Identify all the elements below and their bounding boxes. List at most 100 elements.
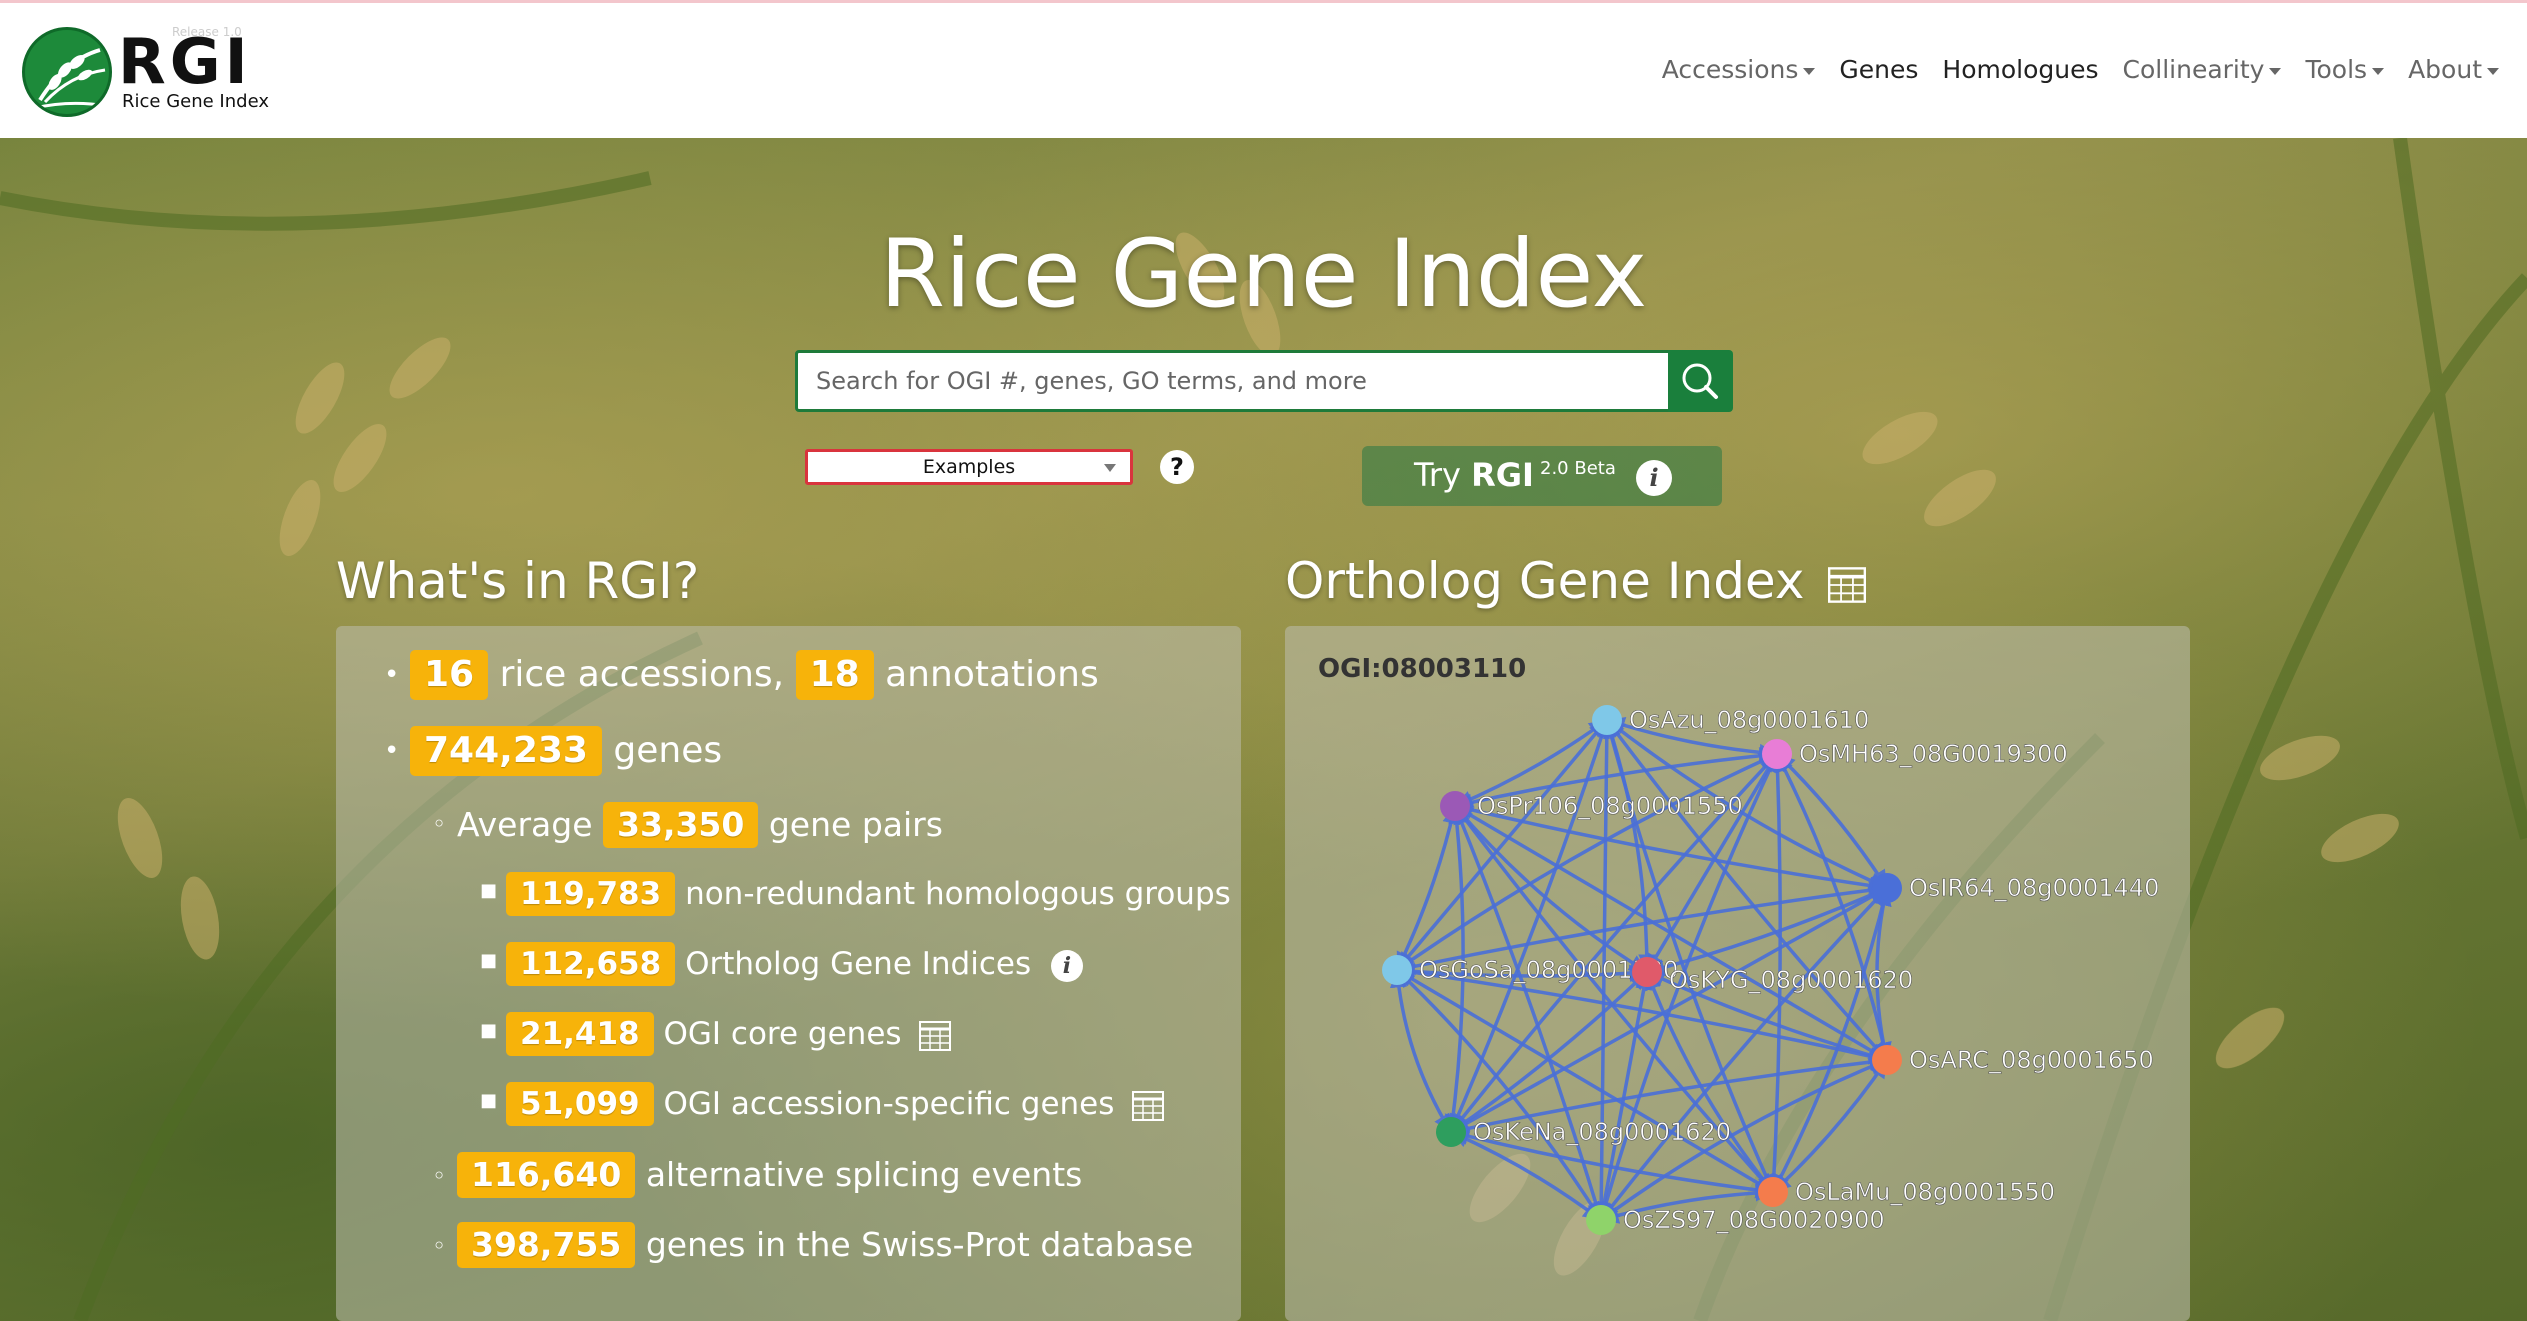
ogi-title: Ortholog Gene Index: [1285, 552, 1867, 610]
page-title: Rice Gene Index: [879, 220, 1648, 329]
graph-edge: [1395, 718, 1609, 972]
core-text[interactable]: OGI core genes: [664, 1016, 902, 1052]
graph-node-label[interactable]: OsPr106_08g0001550: [1477, 792, 1743, 821]
nav-tools[interactable]: Tools: [2305, 55, 2385, 84]
graph-node[interactable]: [1586, 1205, 1616, 1235]
graph-node-label[interactable]: OsKeNa_08g0001620: [1473, 1118, 1732, 1147]
graph-node[interactable]: [1382, 955, 1412, 985]
graph-node[interactable]: [1872, 1045, 1902, 1075]
graph-node[interactable]: [1440, 791, 1470, 821]
graph-edge: [1454, 804, 1888, 1062]
nr-text: non-redundant homologous groups: [685, 876, 1231, 912]
search-icon: [1682, 363, 1718, 399]
nav-collinearity[interactable]: Collinearity: [2123, 55, 2282, 84]
ogi-title-text: Ortholog Gene Index: [1285, 552, 1805, 610]
avg-badge: 33,350: [603, 802, 759, 848]
bullet-disc: •: [384, 660, 400, 690]
ogi-text[interactable]: Ortholog Gene Indices: [685, 946, 1031, 982]
spec-text[interactable]: OGI accession-specific genes: [664, 1086, 1115, 1122]
graph-edge: [1395, 805, 1460, 971]
bullet-square: ■: [480, 1020, 498, 1041]
try-brand: RGI: [1471, 456, 1534, 494]
nav-genes-label: Genes: [1839, 55, 1919, 84]
main-nav: Accessions Genes Homologues Collinearity…: [1662, 55, 2499, 84]
nav-genes[interactable]: Genes: [1839, 55, 1918, 84]
stat-accessions: 16 rice accessions, 18 annotations: [410, 650, 1099, 700]
nav-about[interactable]: About: [2408, 55, 2499, 84]
graph-node-label[interactable]: OsMH63_08G0019300: [1799, 740, 2068, 769]
graph-edge: [1395, 968, 1603, 1221]
graph-node-label[interactable]: OsLaMu_08g0001550: [1795, 1178, 2056, 1207]
stat-swissprot: 398,755 genes in the Swiss-Prot database: [457, 1222, 1193, 1268]
annotations-text: annotations: [885, 654, 1099, 695]
genes-text: genes: [613, 730, 723, 771]
info-icon[interactable]: i: [1050, 949, 1083, 982]
top-navbar: Release 1.0 RGI Rice Gene Index Accessio…: [0, 0, 2527, 138]
graph-edge: [1599, 886, 1889, 1222]
graph-node-label[interactable]: OsAzu_08g0001610: [1629, 706, 1870, 735]
nav-collinearity-label: Collinearity: [2122, 55, 2265, 84]
nr-badge: 119,783: [506, 872, 676, 916]
table-icon[interactable]: [919, 1020, 952, 1051]
graph-node-label[interactable]: OsARC_08g0001650: [1909, 1046, 2154, 1075]
graph-node[interactable]: [1592, 705, 1622, 735]
ortholog-network-graph[interactable]: OsAzu_08g0001610 OsMH63_08G0019300 OsPr106…: [1285, 626, 2190, 1321]
genes-badge: 744,233: [410, 726, 602, 776]
accessions-badge: 16: [410, 650, 489, 700]
nav-accessions[interactable]: Accessions: [1662, 55, 1816, 84]
graph-node[interactable]: [1436, 1117, 1466, 1147]
graph-node-label[interactable]: OsZS97_08G0020900: [1623, 1206, 1885, 1235]
chevron-down-icon: [1104, 464, 1116, 472]
graph-edge: [1453, 805, 1605, 1221]
graph-edge: [1775, 752, 1889, 889]
help-question-icon[interactable]: ?: [1160, 450, 1194, 484]
as-badge: 116,640: [457, 1152, 636, 1198]
annotations-badge: 18: [795, 650, 874, 700]
graph-edge: [1450, 970, 1649, 1134]
graph-node[interactable]: [1762, 739, 1792, 769]
search-button[interactable]: [1668, 350, 1733, 412]
core-badge: 21,418: [506, 1012, 654, 1056]
caret-down-icon: [1803, 67, 1816, 75]
stat-nonredundant: 119,783 non-redundant homologous groups: [506, 872, 1231, 916]
graph-edge: [1645, 971, 1775, 1194]
table-icon[interactable]: [1828, 566, 1867, 603]
bullet-circle: ◦: [432, 1232, 447, 1260]
logo-subtitle: Rice Gene Index: [122, 91, 269, 112]
nav-about-label: About: [2408, 55, 2482, 84]
graph-node-label[interactable]: OsIR64_08g0001440: [1909, 874, 2160, 903]
graph-node[interactable]: [1758, 1177, 1788, 1207]
nav-tools-label: Tools: [2305, 55, 2368, 84]
as-text: alternative splicing events: [645, 1155, 1083, 1194]
caret-down-icon: [2372, 67, 2385, 75]
stat-average: Average 33,350 gene pairs: [457, 802, 943, 848]
graph-node-label[interactable]: OsKYG_08g0001620: [1669, 966, 1914, 995]
examples-label: Examples: [922, 456, 1016, 478]
bullet-circle: ◦: [432, 810, 447, 838]
graph-node[interactable]: [1872, 873, 1902, 903]
info-icon[interactable]: i: [1636, 460, 1672, 496]
search-input[interactable]: [795, 350, 1671, 412]
bullet-square: ■: [480, 880, 498, 901]
caret-down-icon: [2487, 67, 2499, 75]
sp-badge: 398,755: [457, 1222, 636, 1268]
bullet-square: ■: [480, 950, 498, 971]
ogi-badge: 112,658: [506, 942, 676, 986]
logo-text: RGI: [118, 25, 252, 98]
stat-genes: 744,233 genes: [410, 726, 722, 776]
nav-homologues[interactable]: Homologues: [1942, 55, 2098, 84]
graph-edge: [1453, 804, 1648, 974]
nav-homologues-label: Homologues: [1942, 55, 2099, 84]
caret-down-icon: [2269, 67, 2282, 75]
sp-text: genes in the Swiss-Prot database: [645, 1225, 1194, 1264]
try-rgi-button[interactable]: Try RGI 2.0 Beta i: [1362, 446, 1722, 506]
graph-node[interactable]: [1632, 957, 1662, 987]
bullet-square: ■: [480, 1090, 498, 1111]
examples-select[interactable]: Examples: [805, 449, 1133, 485]
nav-accessions-label: Accessions: [1661, 55, 1799, 84]
whats-in-title: What's in RGI?: [336, 552, 700, 610]
table-icon[interactable]: [1132, 1090, 1165, 1121]
rgi-logo[interactable]: Release 1.0 RGI Rice Gene Index: [22, 25, 282, 123]
bullet-circle: ◦: [432, 1162, 447, 1190]
avg-text: gene pairs: [768, 805, 943, 844]
